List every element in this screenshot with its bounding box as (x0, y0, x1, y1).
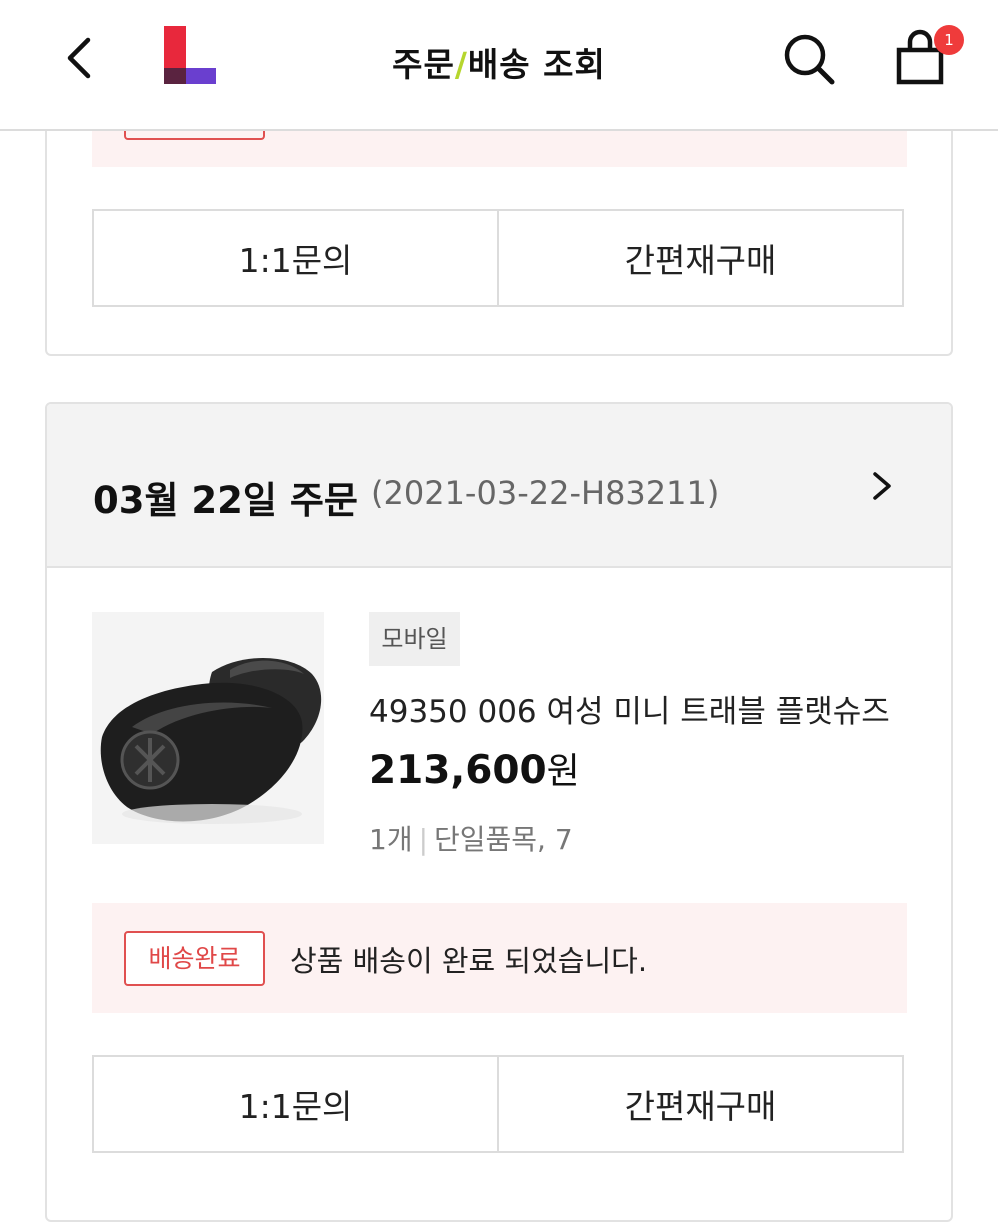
order-options: 1개 | 단일품목, 7 (369, 818, 573, 858)
order-number: (2021-03-22-H83211) (371, 474, 720, 512)
search-icon (784, 34, 835, 85)
product-name[interactable]: 49350 006 여성 미니 트래블 플랫슈즈 (369, 686, 890, 731)
status-message: 상품 배송이 완료 되었습니다. (290, 944, 648, 978)
product-price: 213,600원 (369, 742, 580, 794)
reorder-button[interactable]: 간편재구매 (497, 211, 902, 305)
product-image[interactable] (92, 612, 324, 844)
inquiry-button[interactable]: 1:1문의 (94, 1057, 497, 1151)
status-badge: 배송완료 (124, 931, 265, 986)
order-actions: 1:1문의 간편재구매 (92, 209, 904, 307)
inquiry-button[interactable]: 1:1문의 (94, 211, 497, 305)
top-header: 주문/배송 조회 1 (0, 0, 998, 131)
price-unit: 원 (546, 751, 580, 792)
option-text: 단일품목, 7 (434, 823, 573, 856)
divider: | (418, 823, 429, 856)
cart-count-badge: 1 (934, 25, 964, 55)
quantity: 1개 (369, 823, 413, 856)
search-button[interactable] (780, 30, 838, 88)
reorder-button[interactable]: 간편재구매 (497, 1057, 902, 1151)
order-actions: 1:1문의 간편재구매 (92, 1055, 904, 1153)
shoe-image (92, 612, 324, 844)
channel-badge: 모바일 (369, 612, 460, 666)
chevron-right-icon (873, 472, 891, 500)
page-title: 주문/배송 조회 (392, 45, 606, 84)
order-header[interactable]: 03월 22일 주문 (2021-03-22-H83211) (47, 404, 951, 568)
order-date: 03월 22일 주문 (93, 479, 358, 522)
price-number: 213,600 (369, 748, 547, 793)
